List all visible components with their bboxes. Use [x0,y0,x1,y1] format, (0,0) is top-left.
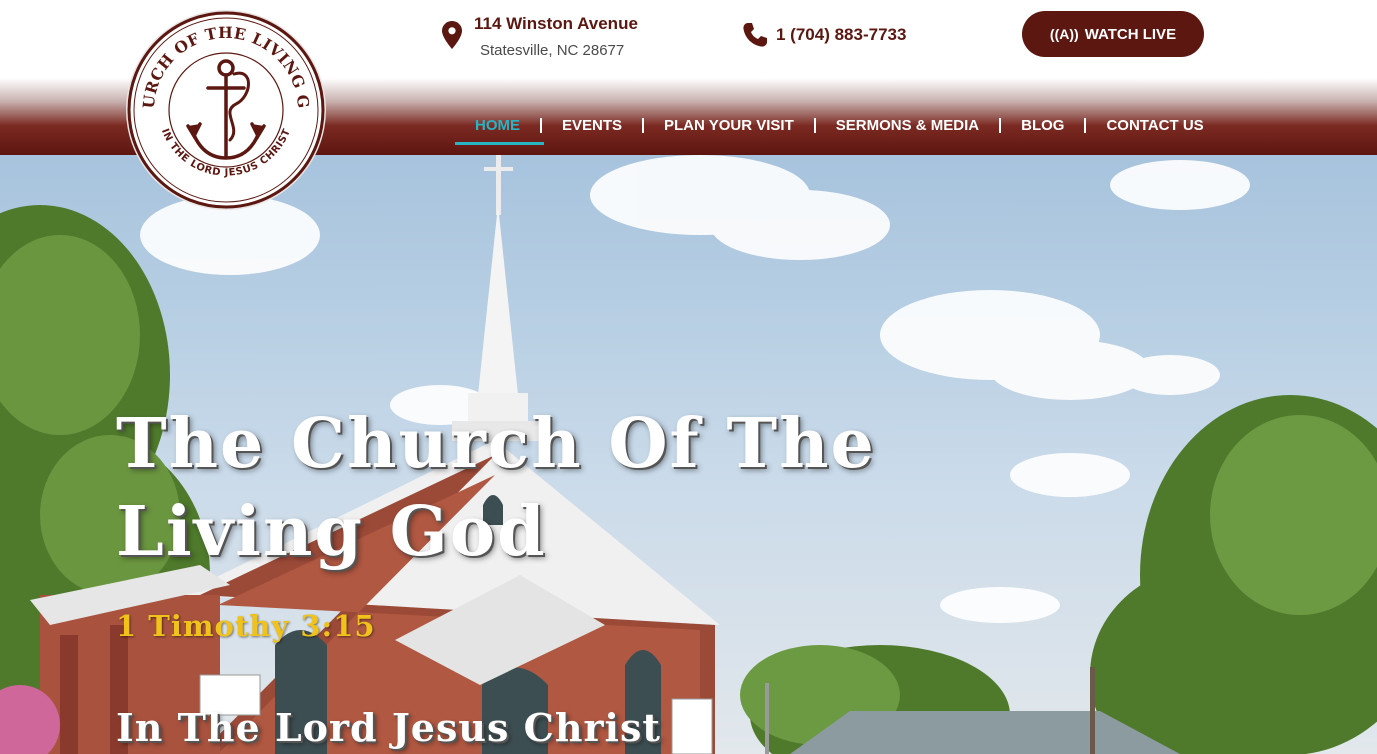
broadcast-icon: ((A)) [1049,26,1079,42]
hero-title: The Church Of The Living God [116,404,876,572]
phone-number[interactable]: 1 (704) 883-7733 [776,25,906,45]
nav-sermons-media[interactable]: SERMONS & MEDIA [816,117,999,134]
nav-contact-us[interactable]: CONTACT US [1086,117,1223,134]
active-nav-indicator [455,142,544,145]
watch-live-label: WATCH LIVE [1084,25,1177,43]
address-street: 114 Winston Avenue [474,14,638,33]
church-logo[interactable]: CHURCH OF THE LIVING GOD IN THE LORD JES… [124,8,328,212]
map-pin-icon [442,21,462,49]
hero-banner: The Church Of The Living God 1 Timothy 3… [0,155,1377,754]
nav-home[interactable]: HOME [455,117,540,134]
watch-live-button[interactable]: ((A)) WATCH LIVE [1022,11,1204,57]
phone-icon [743,23,767,47]
address-city: Statesville, NC 28677 [480,42,625,59]
hero-subtitle: In The Lord Jesus Christ [116,705,661,750]
nav-events[interactable]: EVENTS [542,117,642,134]
hero-verse: 1 Timothy 3:15 [116,609,376,643]
main-nav: HOME EVENTS PLAN YOUR VISIT SERMONS & ME… [455,113,1224,137]
nav-plan-your-visit[interactable]: PLAN YOUR VISIT [644,117,814,134]
nav-blog[interactable]: BLOG [1001,117,1084,134]
